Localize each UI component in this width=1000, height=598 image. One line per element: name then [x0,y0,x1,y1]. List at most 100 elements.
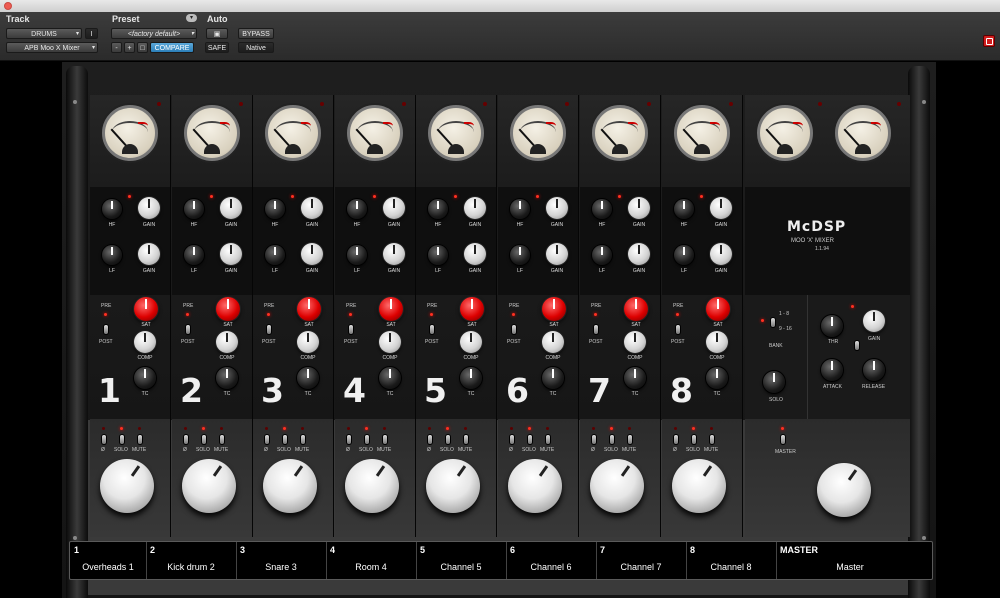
compressor-knob[interactable] [379,331,401,353]
compressor-knob[interactable] [460,331,482,353]
previous-preset-button[interactable]: - [111,42,122,53]
phase-toggle[interactable] [265,435,269,444]
bypass-button[interactable]: BYPASS [238,28,274,39]
saturation-knob[interactable] [379,297,403,321]
channel-name-slot-6[interactable]: 6 Channel 6 [506,542,597,579]
lf-gain-knob[interactable] [464,243,486,265]
hf-gain-knob[interactable] [546,197,568,219]
mute-toggle[interactable] [710,435,714,444]
preset-selector[interactable]: <factory default> ▾ [111,28,197,39]
channel-fader-knob[interactable] [590,459,644,513]
tc-knob[interactable] [134,367,156,389]
master-name-slot[interactable]: MASTER Master [776,542,924,579]
solo-level-knob[interactable] [763,371,785,393]
saturation-knob[interactable] [134,297,158,321]
mute-toggle[interactable] [628,435,632,444]
lf-gain-knob[interactable] [628,243,650,265]
bank-toggle[interactable] [771,318,775,327]
copy-settings-icon[interactable]: □ [137,42,148,53]
hf-gain-knob[interactable] [138,197,160,219]
compressor-knob[interactable] [542,331,564,353]
master-gain-knob[interactable] [863,310,885,332]
insert-position-button[interactable]: I [85,28,98,39]
lf-frequency-knob[interactable] [592,245,612,265]
master-fader-knob[interactable] [817,463,871,517]
pre-post-toggle[interactable] [594,325,598,334]
mute-toggle[interactable] [546,435,550,444]
channel-fader-knob[interactable] [263,459,317,513]
plugin-power-icon[interactable] [983,35,995,47]
hf-gain-knob[interactable] [220,197,242,219]
mute-toggle[interactable] [464,435,468,444]
lf-gain-knob[interactable] [301,243,323,265]
safe-button[interactable]: SAFE [205,42,229,53]
plugin-selector[interactable]: APB Moo X Mixer ▾ [6,42,98,53]
hf-frequency-knob[interactable] [592,199,612,219]
lf-frequency-knob[interactable] [184,245,204,265]
hf-frequency-knob[interactable] [265,199,285,219]
hf-frequency-knob[interactable] [428,199,448,219]
pre-post-toggle[interactable] [676,325,680,334]
hf-frequency-knob[interactable] [184,199,204,219]
phase-toggle[interactable] [674,435,678,444]
lf-frequency-knob[interactable] [510,245,530,265]
tc-knob[interactable] [542,367,564,389]
channel-name-slot-7[interactable]: 7 Channel 7 [596,542,687,579]
lf-gain-knob[interactable] [220,243,242,265]
channel-name-slot-3[interactable]: 3 Snare 3 [236,542,327,579]
phase-toggle[interactable] [428,435,432,444]
lf-frequency-knob[interactable] [347,245,367,265]
compressor-knob[interactable] [216,331,238,353]
compressor-knob[interactable] [706,331,728,353]
channel-name-slot-2[interactable]: 2 Kick drum 2 [146,542,237,579]
saturation-knob[interactable] [460,297,484,321]
threshold-knob[interactable] [821,315,843,337]
channel-fader-knob[interactable] [672,459,726,513]
lf-frequency-knob[interactable] [102,245,122,265]
saturation-knob[interactable] [216,297,240,321]
tc-knob[interactable] [379,367,401,389]
phase-toggle[interactable] [592,435,596,444]
solo-toggle[interactable] [120,435,124,444]
pre-post-toggle[interactable] [186,325,190,334]
hf-gain-knob[interactable] [383,197,405,219]
solo-toggle[interactable] [610,435,614,444]
saturation-knob[interactable] [297,297,321,321]
hf-gain-knob[interactable] [464,197,486,219]
hf-gain-knob[interactable] [301,197,323,219]
hf-gain-knob[interactable] [710,197,732,219]
mute-toggle[interactable] [138,435,142,444]
attack-knob[interactable] [821,359,843,381]
phase-toggle[interactable] [347,435,351,444]
lf-gain-knob[interactable] [383,243,405,265]
saturation-knob[interactable] [624,297,648,321]
phase-toggle[interactable] [510,435,514,444]
pre-post-toggle[interactable] [104,325,108,334]
lf-gain-knob[interactable] [546,243,568,265]
saturation-knob[interactable] [706,297,730,321]
hf-frequency-knob[interactable] [510,199,530,219]
solo-toggle[interactable] [446,435,450,444]
channel-name-slot-1[interactable]: 1 Overheads 1 [70,542,147,579]
tc-knob[interactable] [216,367,238,389]
hf-frequency-knob[interactable] [674,199,694,219]
solo-toggle[interactable] [283,435,287,444]
lf-gain-knob[interactable] [710,243,732,265]
channel-fader-knob[interactable] [182,459,236,513]
channel-name-slot-4[interactable]: 4 Room 4 [326,542,417,579]
channel-fader-knob[interactable] [508,459,562,513]
channel-name-slot-5[interactable]: 5 Channel 5 [416,542,507,579]
next-preset-button[interactable]: + [124,42,135,53]
channel-fader-knob[interactable] [345,459,399,513]
lf-frequency-knob[interactable] [265,245,285,265]
tc-knob[interactable] [297,367,319,389]
solo-toggle[interactable] [365,435,369,444]
tc-knob[interactable] [624,367,646,389]
channel-name-slot-8[interactable]: 8 Channel 8 [686,542,777,579]
hf-frequency-knob[interactable] [347,199,367,219]
lf-frequency-knob[interactable] [428,245,448,265]
solo-toggle[interactable] [692,435,696,444]
track-selector[interactable]: DRUMS ▾ [6,28,82,39]
compressor-knob[interactable] [624,331,646,353]
solo-toggle[interactable] [528,435,532,444]
